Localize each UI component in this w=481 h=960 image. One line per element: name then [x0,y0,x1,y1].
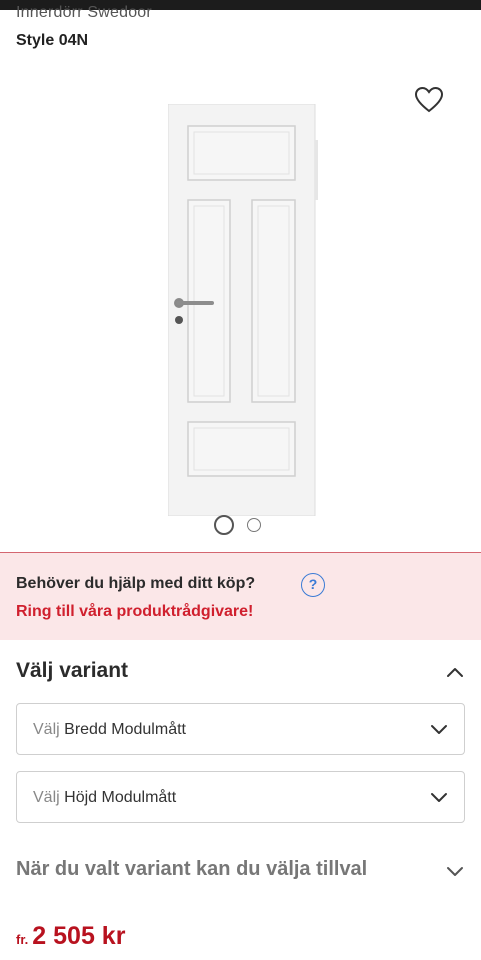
product-brand: Innerdörr Swedoor [16,4,152,21]
door-frame-edge [315,140,318,200]
call-advisor-link[interactable]: Ring till våra produktrådgivare! [16,603,253,621]
gallery-pagination [214,515,274,535]
chevron-down-icon [431,725,447,734]
chevron-down-icon[interactable] [446,865,464,877]
variant-section-title: Välj variant [16,659,129,682]
chevron-up-icon[interactable] [444,664,466,680]
width-select-text: Välj Bredd Modulmått [33,721,186,738]
question-circle-icon[interactable]: ? [301,573,325,597]
product-title: Style 04N [16,32,89,49]
heart-icon[interactable] [414,86,444,114]
favorite-button[interactable] [414,86,444,114]
addons-section-title: När du valt variant kan du välja tillval [16,858,368,880]
help-banner: Behöver du hjälp med ditt köp? ? Ring ti… [0,552,481,640]
gallery-dot-1[interactable] [214,515,234,535]
width-select[interactable]: Välj Bredd Modulmått [16,703,465,755]
height-select[interactable]: Välj Höjd Modulmått [16,771,465,823]
product-price: fr. 2 505 kr [16,922,125,951]
gallery-dot-2[interactable] [247,518,261,532]
product-image[interactable] [167,103,318,517]
help-question: Behöver du hjälp med ditt köp? [16,575,256,592]
chevron-down-icon [431,793,447,802]
price-amount: 2 505 kr [32,922,126,950]
height-select-text: Välj Höjd Modulmått [33,789,177,806]
price-prefix: fr. [16,932,29,947]
addons-expand-button[interactable] [446,864,464,876]
variant-collapse-button[interactable] [444,664,466,680]
